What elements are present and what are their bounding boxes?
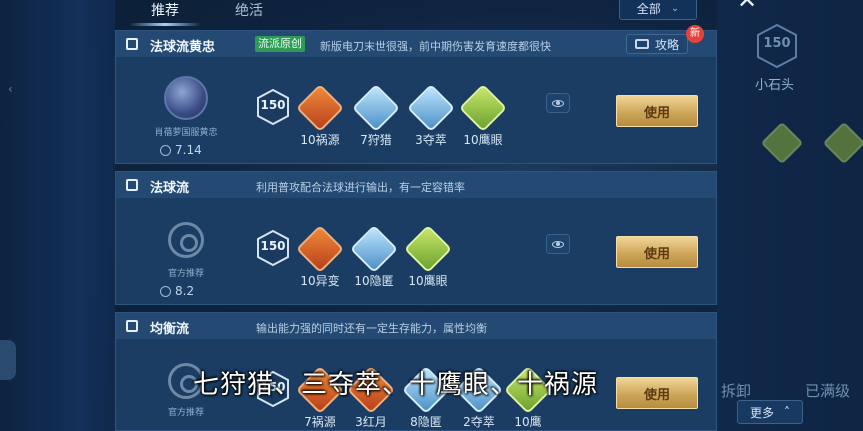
inscription-gem[interactable]: 10鹰眼 [400,224,456,289]
card-description: 利用普攻配合法球进行输出，有一定容错率 [256,181,465,194]
more-button[interactable]: 更多 ˄ [737,400,803,424]
card-title: 法球流黄忠 [150,40,216,55]
gem-label: 10祸源 [300,133,340,147]
author-name: 官方推荐 [167,269,204,279]
rating: 7.14 [160,143,202,157]
green-gem-icon [403,224,453,274]
author-name: 官方推荐 [167,408,204,418]
build-card-1: 法球流黄忠 流派原创 新版电刀末世很强，前中期伤害发育速度都很快 攻略 新 肖蓓… [115,25,717,164]
clock-icon [160,285,171,297]
red-gem-icon [295,224,345,274]
guide-label: 攻略 [654,37,679,52]
use-button[interactable]: 使用 [616,236,698,268]
card-title: 均衡流 [150,322,190,337]
maxed-label: 已满级 [805,382,851,400]
card-header: 法球流 利用普攻配合法球进行输出，有一定容错率 [116,172,716,198]
inscription-gem[interactable]: 10祸源 [292,83,348,148]
inscription-gem[interactable]: 10鹰眼 [455,83,511,148]
original-tag: 流派原创 [255,36,305,52]
guide-button[interactable]: 攻略 [626,34,688,54]
chevron-down-icon: ⌄ [670,2,680,14]
book-icon [126,38,138,50]
official-logo-icon [168,222,204,258]
inscription-gem[interactable]: 3夺萃 [403,83,459,148]
book-icon [126,179,138,191]
level-value: 150 [260,98,286,112]
left-edge-tab [0,340,16,380]
green-gem-icon [822,121,863,165]
book-icon [126,320,138,332]
card-title: 法球流 [150,181,190,196]
gem-label: 10隐匿 [354,274,394,288]
hero-name: 小石头 [755,78,795,93]
card-header: 法球流黄忠 流派原创 新版电刀末世很强，前中期伤害发育速度都很快 攻略 新 [116,25,716,57]
new-badge: 新 [686,25,704,43]
level-badge: 150 [257,88,289,126]
gem-label: 10异变 [300,274,340,288]
blue-gem-icon [351,83,401,133]
blue-gem-icon [406,83,456,133]
right-side-panel: ✕ 150 小石头 拆卸 已满级 更多 ˄ [717,0,863,431]
green-gem-icon [760,121,804,165]
author-name: 肖蓓萝国服黄忠 [154,128,218,138]
gem-label: 7狩猎 [360,133,392,147]
level-value: 150 [763,36,791,51]
eye-icon [552,99,564,107]
filter-dropdown[interactable]: 全部 ⌄ [619,0,697,20]
use-button[interactable]: 使用 [616,377,698,409]
chevron-up-icon: ˄ [784,405,790,419]
card-description: 输出能力强的同时还有一定生存能力，属性均衡 [256,322,487,335]
close-icon[interactable]: ✕ [737,0,757,14]
gem-label: 2夺萃 [463,415,495,429]
level-value: 150 [260,239,286,253]
video-icon [634,39,649,49]
uninstall-label[interactable]: 拆卸 [721,380,751,401]
preview-button[interactable] [546,234,570,254]
rating-value: 8.2 [175,284,195,298]
preview-button[interactable] [546,93,570,113]
card-header: 均衡流 输出能力强的同时还有一定生存能力，属性均衡 [116,313,716,339]
gem-label: 10鹰 [514,415,542,429]
gem-label: 3夺萃 [415,133,447,147]
gem-label: 10鹰眼 [463,133,503,147]
filter-label: 全部 [636,1,661,16]
inscription-gem[interactable]: 10隐匿 [346,224,402,289]
tab-bar: 推荐 绝活 全部 ⌄ [115,0,715,26]
gem-label: 3红月 [355,415,387,429]
card-description: 新版电刀末世很强，前中期伤害发育速度都很快 [320,40,551,53]
green-gem-icon [458,83,508,133]
level-badge: 150 [257,229,289,267]
red-gem-icon [295,83,345,133]
left-background-panel: ‹ [0,0,115,431]
inscription-gem[interactable]: 10异变 [292,224,348,289]
left-chevron-icon: ‹ [8,82,13,96]
blue-gem-icon [349,224,399,274]
tab-recommend[interactable]: 推荐 [129,0,201,26]
more-label: 更多 [749,405,774,420]
inscription-gem[interactable]: 7狩猎 [348,83,404,148]
gem-label: 10鹰眼 [408,274,448,288]
level-badge: 150 [757,23,797,69]
video-subtitle: 七狩猎、三夺萃、十鹰眼、十祸源 [193,370,599,400]
eye-icon [552,240,564,248]
author-avatar[interactable] [164,76,208,120]
tab-unique[interactable]: 绝活 [235,0,263,20]
use-button[interactable]: 使用 [616,95,698,127]
clock-icon [160,144,171,156]
gem-label: 7祸源 [304,415,336,429]
gem-label: 8隐匿 [410,415,442,429]
rating: 8.2 [160,284,194,298]
rating-value: 7.14 [175,143,202,157]
build-card-2: 法球流 利用普攻配合法球进行输出，有一定容错率 官方推荐 8.2 150 10异… [115,171,717,305]
